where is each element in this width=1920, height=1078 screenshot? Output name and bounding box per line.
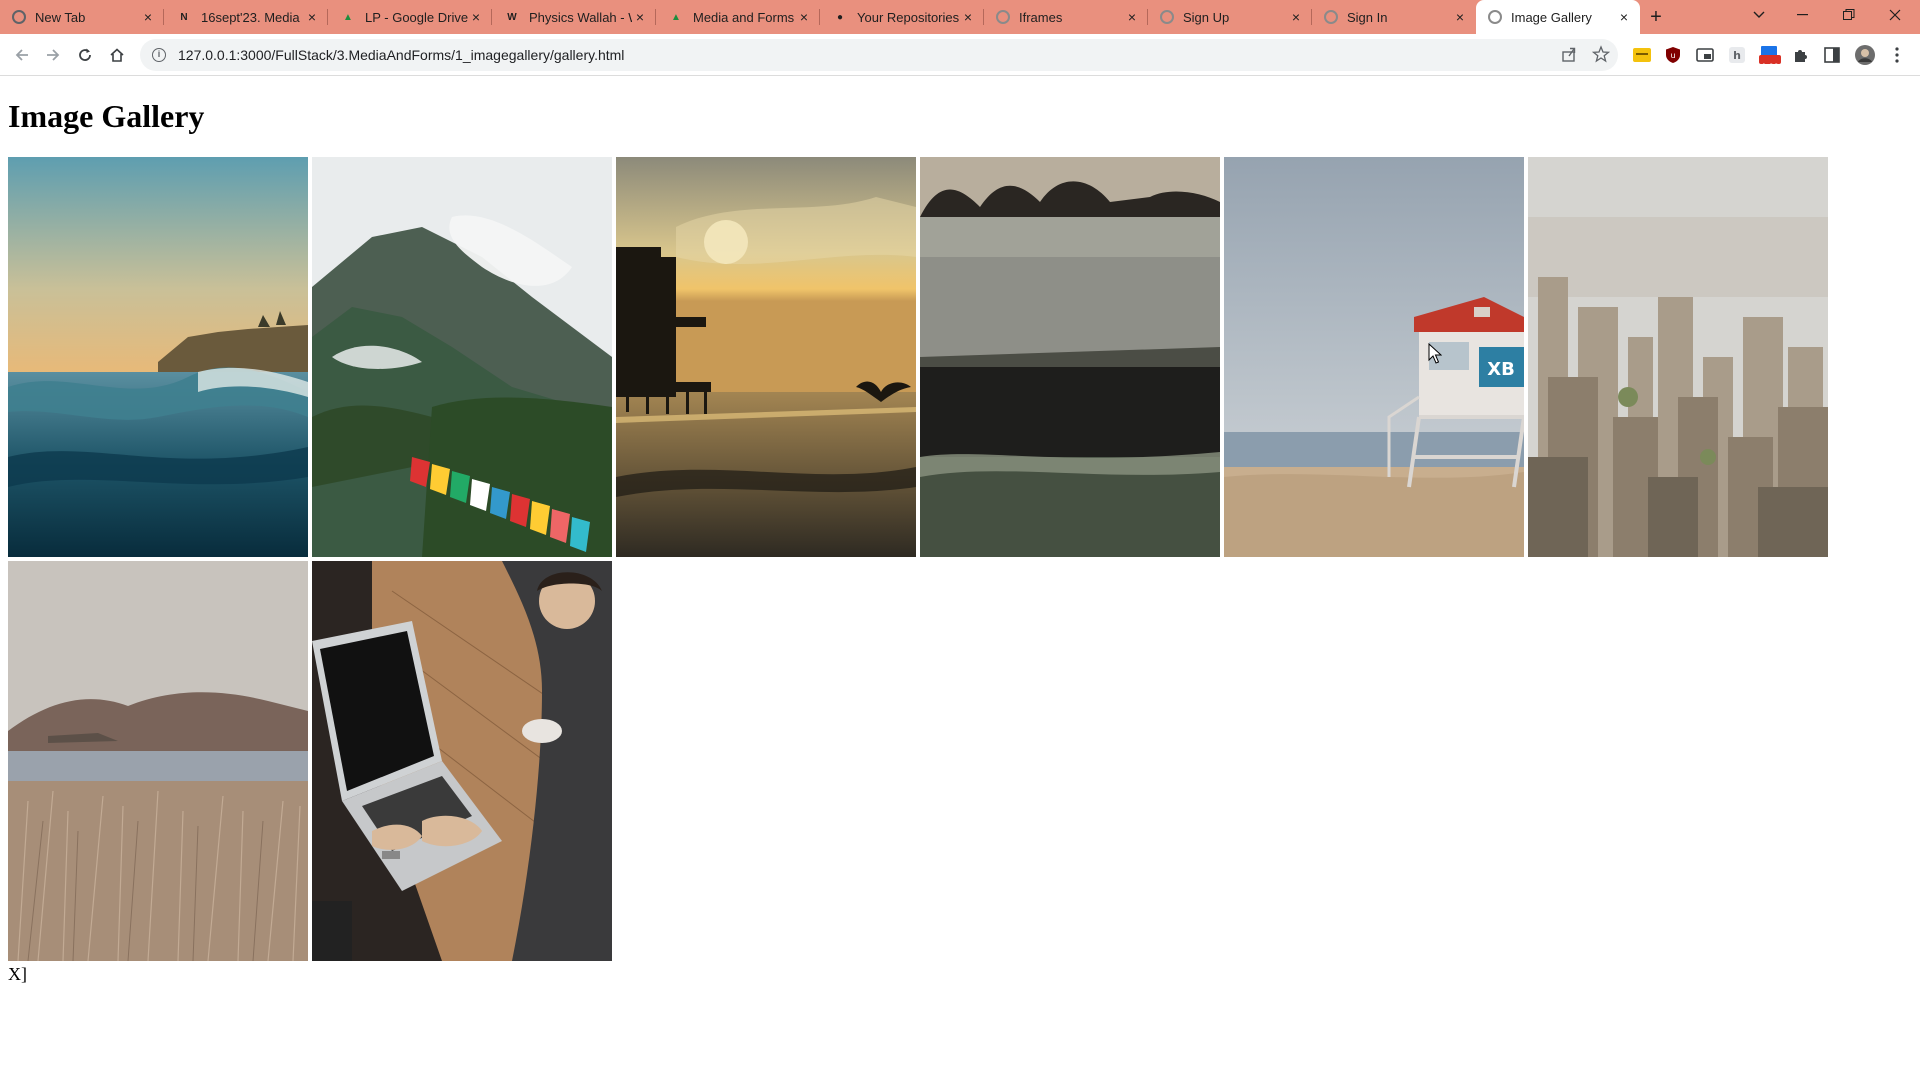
tab-title: LP - Google Drive xyxy=(365,9,468,25)
ublock-shield-icon[interactable]: u xyxy=(1664,46,1682,64)
tab-title: Your Repositories xyxy=(857,9,960,25)
globe-icon xyxy=(1160,10,1174,24)
tab-title: New Tab xyxy=(35,9,86,25)
tab-0[interactable]: New Tab × xyxy=(0,0,164,34)
pier-sunset-image xyxy=(616,157,916,557)
tab-title: Media and Forms xyxy=(693,9,795,25)
globe-icon xyxy=(996,10,1010,24)
tab-close-icon[interactable]: × xyxy=(960,9,976,25)
laptop-typing-image xyxy=(312,561,612,961)
tab-close-icon[interactable]: × xyxy=(1616,9,1632,25)
tab-search-icon[interactable] xyxy=(1736,0,1782,30)
tab-title: Iframes xyxy=(1019,9,1063,25)
restore-icon[interactable] xyxy=(1826,0,1872,30)
tab-close-icon[interactable]: × xyxy=(796,9,812,25)
home-icon[interactable] xyxy=(103,41,131,69)
globe-icon xyxy=(1324,10,1338,24)
site-info-icon[interactable]: i xyxy=(152,48,166,62)
picture-in-picture-icon[interactable] xyxy=(1696,46,1714,64)
lifeguard-tower-image: XB xyxy=(1224,157,1524,557)
globe-icon xyxy=(1488,10,1502,24)
svg-text:h: h xyxy=(1733,49,1741,62)
tab-7[interactable]: Sign Up × xyxy=(1148,0,1312,34)
wikipedia-icon: W xyxy=(507,11,517,23)
svg-text:XB: XB xyxy=(1487,359,1515,380)
mouse-cursor-icon xyxy=(1428,343,1442,364)
web-page: Image Gallery XB X] xyxy=(0,77,1920,1078)
tab-6[interactable]: Iframes × xyxy=(984,0,1148,34)
tab-1[interactable]: N 16sept'23. Media × xyxy=(164,0,328,34)
frosty-field-image xyxy=(920,157,1220,557)
lake-grass-image xyxy=(8,561,308,961)
extension-h-icon[interactable]: h xyxy=(1728,46,1746,64)
tab-close-icon[interactable]: × xyxy=(1124,9,1140,25)
tab-title: Sign Up xyxy=(1183,9,1230,25)
new-tab-button[interactable]: + xyxy=(1640,0,1672,34)
reload-icon[interactable] xyxy=(71,41,99,69)
chrome-icon xyxy=(12,10,26,24)
misty-mountain-prayer-flags-image xyxy=(312,157,612,557)
notion-icon: N xyxy=(180,11,188,23)
tab-close-icon[interactable]: × xyxy=(632,9,648,25)
browser-toolbar: i 127.0.0.1:3000/FullStack/3.MediaAndFor… xyxy=(0,34,1920,76)
close-window-icon[interactable] xyxy=(1872,0,1918,30)
stray-text: X] xyxy=(8,964,27,984)
tab-list: New Tab × N 16sept'23. Media × ▲ LP - Google D… xyxy=(0,0,1640,34)
google-drive-icon: ▲ xyxy=(343,11,353,23)
tab-4[interactable]: ▲ Media and Forms × xyxy=(656,0,820,34)
tab-close-icon[interactable]: × xyxy=(468,9,484,25)
tab-5[interactable]: ● Your Repositories × xyxy=(820,0,984,34)
tab-8[interactable]: Sign In × xyxy=(1312,0,1476,34)
tab-close-icon[interactable]: × xyxy=(1288,9,1304,25)
tab-strip: New Tab × N 16sept'23. Media × ▲ LP - Google D… xyxy=(0,0,1920,34)
svg-text:u: u xyxy=(1670,51,1675,60)
tab-3[interactable]: W Physics Wallah - W × xyxy=(492,0,656,34)
browser-menu-icon[interactable] xyxy=(1888,46,1906,64)
profile-avatar[interactable] xyxy=(1855,45,1875,65)
page-title: Image Gallery xyxy=(8,98,205,134)
bookmark-star-icon[interactable] xyxy=(1591,45,1611,68)
address-bar[interactable]: i 127.0.0.1:3000/FullStack/3.MediaAndFor… xyxy=(140,39,1618,71)
tab-title: Sign In xyxy=(1347,9,1388,25)
city-aerial-image xyxy=(1528,157,1828,557)
extensions-puzzle-icon[interactable] xyxy=(1792,46,1810,64)
tab-2[interactable]: ▲ LP - Google Drive × xyxy=(328,0,492,34)
tab-close-icon[interactable]: × xyxy=(1452,9,1468,25)
side-panel-icon[interactable] xyxy=(1823,46,1841,64)
share-icon[interactable] xyxy=(1560,45,1578,68)
extension-yellow-icon[interactable] xyxy=(1633,46,1651,64)
tab-9[interactable]: Image Gallery × xyxy=(1476,0,1640,34)
github-icon: ● xyxy=(836,11,844,23)
tab-title: 16sept'23. Media xyxy=(201,9,300,25)
tab-title: Image Gallery xyxy=(1511,9,1592,25)
forward-icon[interactable] xyxy=(39,41,67,69)
minimize-icon[interactable] xyxy=(1780,0,1826,30)
tab-title: Physics Wallah - W xyxy=(529,9,632,25)
back-icon[interactable] xyxy=(8,41,36,69)
google-drive-icon: ▲ xyxy=(671,11,681,23)
ocean-wave-image xyxy=(8,157,308,557)
address-url: 127.0.0.1:3000/FullStack/3.MediaAndForms… xyxy=(178,47,625,63)
tab-close-icon[interactable]: × xyxy=(304,9,320,25)
tab-close-icon[interactable]: × xyxy=(140,9,156,25)
speed-extension-badge: 1.00 xyxy=(1761,62,1779,72)
